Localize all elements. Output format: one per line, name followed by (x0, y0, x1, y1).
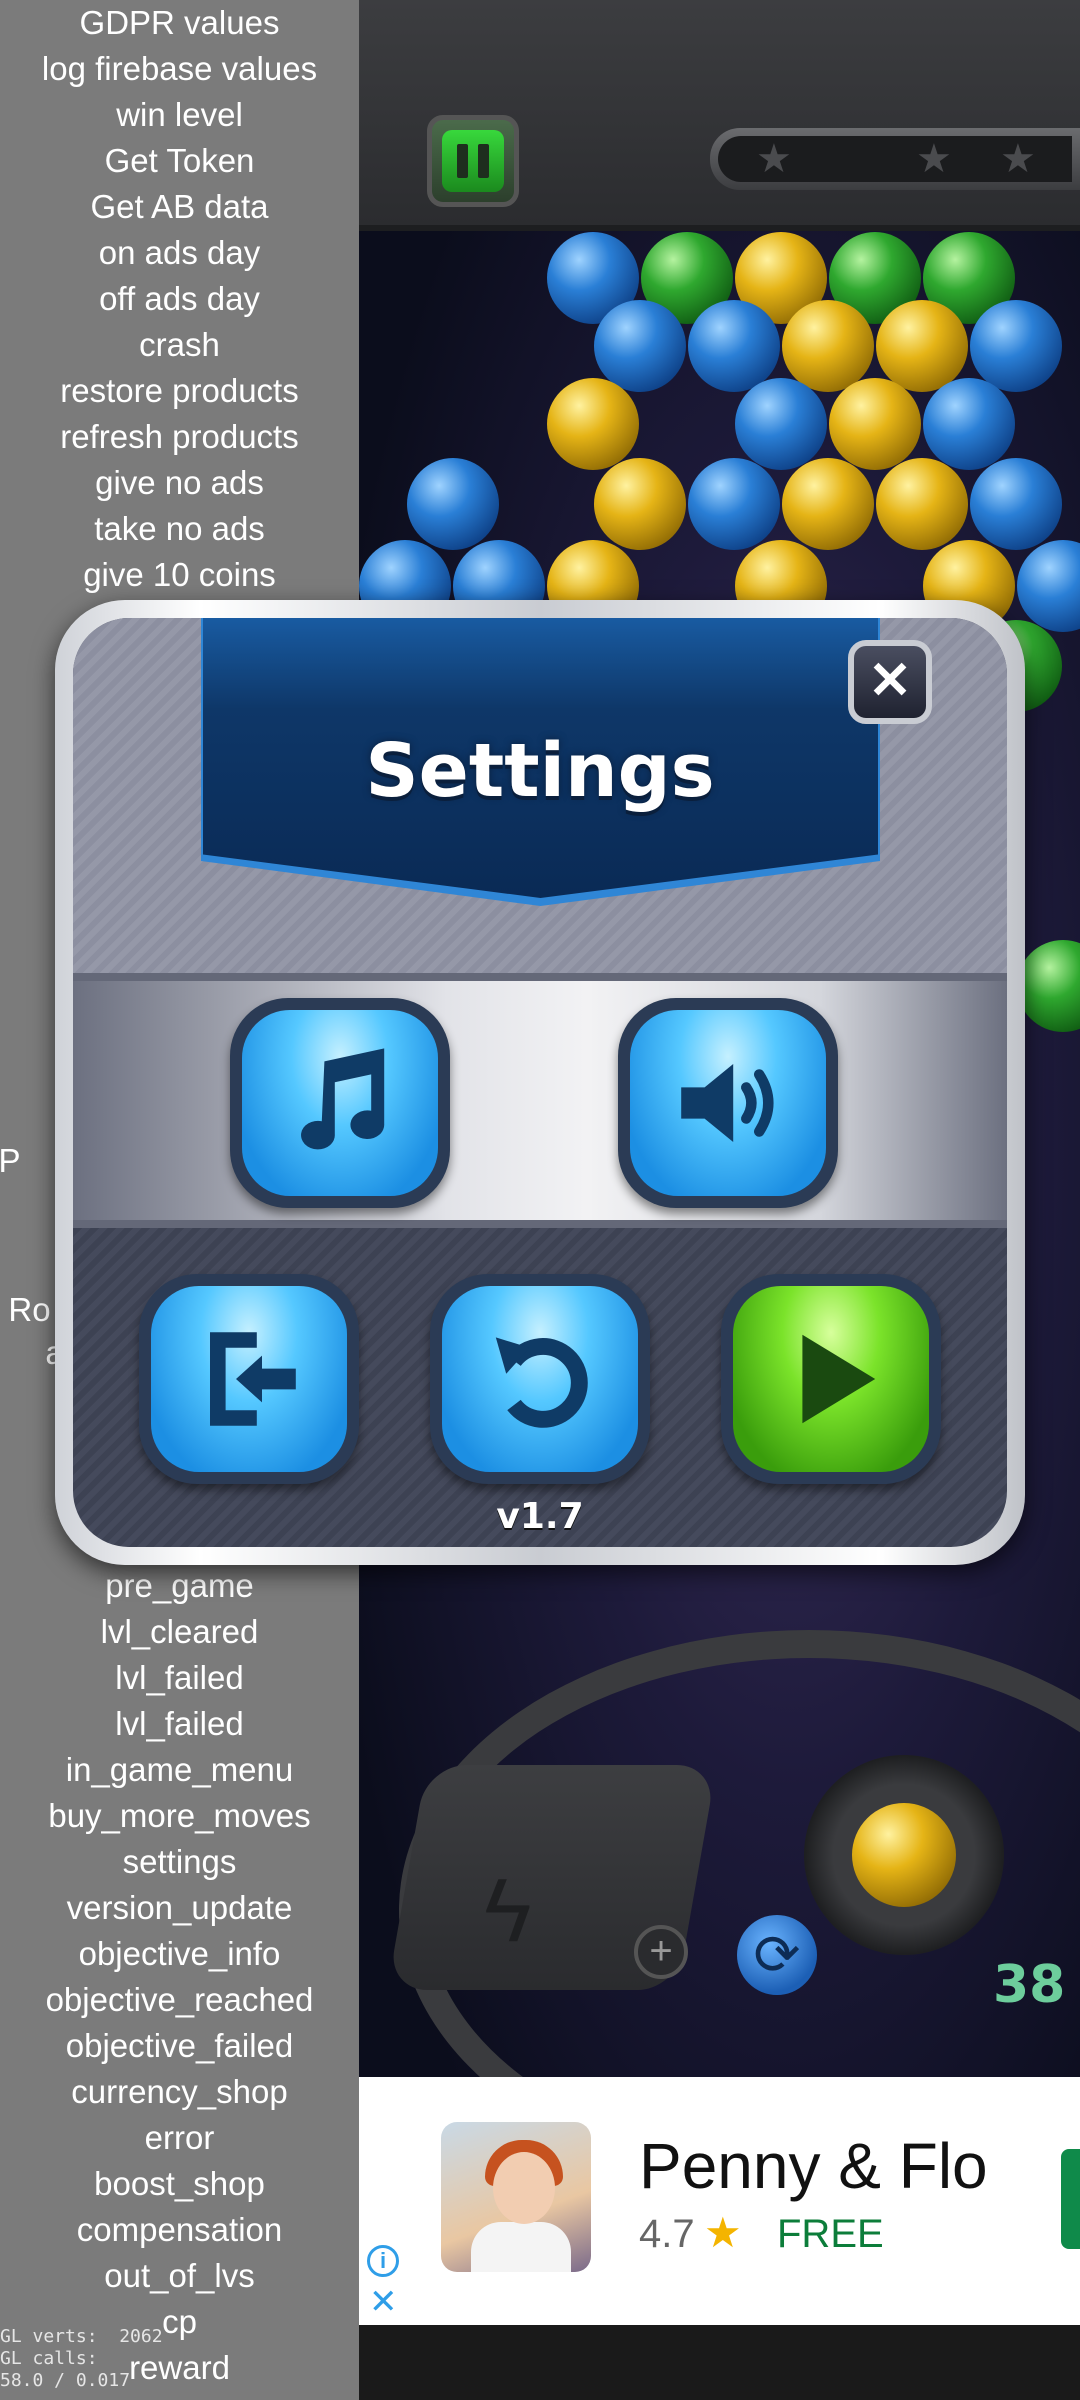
info-icon[interactable]: i (367, 2245, 399, 2277)
debug-menu-item[interactable]: objective_reached (0, 1977, 359, 2023)
ad-rating: 4.7 (639, 2212, 695, 2256)
lightning-icon: ϟ (484, 1861, 532, 1961)
bubble (547, 378, 639, 470)
game-top-bar: ★ ★ ★ (359, 0, 1080, 231)
star-progress-bar: ★ ★ ★ (710, 128, 1080, 190)
gl-fps: 58.0 / 0.017 (0, 2370, 131, 2391)
debug-menu-item[interactable]: GDPR values (0, 0, 359, 46)
debug-menu-item[interactable]: objective_info (0, 1931, 359, 1977)
debug-menu-item[interactable]: crash (0, 322, 359, 368)
bubble (407, 458, 499, 550)
star-icon: ★ (916, 137, 952, 181)
settings-dialog-body: Settings v1.7 (73, 618, 1007, 1547)
version-label: v1.7 (496, 1496, 584, 1537)
music-toggle-button[interactable] (230, 998, 450, 1208)
star-icon: ★ (756, 137, 792, 181)
bubble (829, 378, 921, 470)
star-icon: ★ (1000, 137, 1036, 181)
audio-settings-row (73, 973, 1007, 1228)
debug-menu-item[interactable]: give no ads (0, 460, 359, 506)
speaker-icon (630, 1010, 826, 1196)
bubble (1017, 940, 1080, 1032)
bottom-strip (359, 2325, 1080, 2400)
close-icon[interactable]: ✕ (369, 2285, 398, 2319)
debug-menu-item[interactable]: log firebase values (0, 46, 359, 92)
star-icon: ★ (704, 2209, 742, 2256)
debug-menu-item[interactable]: in_game_menu (0, 1747, 359, 1793)
pause-button[interactable] (427, 115, 519, 207)
music-note-icon (242, 1010, 438, 1196)
bubble (970, 458, 1062, 550)
debug-menu-item[interactable]: version_update (0, 1885, 359, 1931)
bubble (876, 300, 968, 392)
bubble (688, 300, 780, 392)
debug-menu-item[interactable]: lvl_failed (0, 1701, 359, 1747)
exit-button[interactable] (139, 1274, 359, 1484)
ad-price: FREE (777, 2212, 884, 2256)
settings-title: Settings (365, 728, 715, 814)
bubble (1017, 540, 1080, 632)
current-bubble (852, 1803, 956, 1907)
resume-button[interactable] (721, 1274, 941, 1484)
settings-dialog: Settings v1.7 (55, 600, 1025, 1565)
restart-icon (442, 1286, 638, 1472)
debug-menu-item[interactable]: compensation (0, 2207, 359, 2253)
bubble (876, 458, 968, 550)
bubble (594, 458, 686, 550)
bubble (782, 458, 874, 550)
ad-app-icon[interactable] (441, 2122, 591, 2272)
bubble (923, 378, 1015, 470)
debug-menu-item[interactable]: currency_shop (0, 2069, 359, 2115)
close-icon: ✕ (868, 652, 912, 710)
bubble (970, 300, 1062, 392)
ad-banner[interactable]: Penny & Flo 4.7 ★ FREE i ✕ (359, 2077, 1080, 2325)
gl-stats-overlay: GL verts: 2062 GL calls: 58.0 / 0.017 (0, 2326, 163, 2392)
gl-calls: GL calls: (0, 2348, 120, 2369)
debug-menu-item[interactable]: settings (0, 1839, 359, 1885)
moves-counter: 38 (993, 1955, 1066, 2015)
debug-menu-item[interactable]: restore products (0, 368, 359, 414)
debug-menu-item[interactable]: win level (0, 92, 359, 138)
debug-menu-item[interactable]: lvl_cleared (0, 1609, 359, 1655)
bubble (735, 378, 827, 470)
bubble (594, 300, 686, 392)
ad-install-button[interactable] (1061, 2149, 1080, 2249)
debug-menu-item[interactable]: buy_more_moves (0, 1793, 359, 1839)
debug-menu-item[interactable]: out_of_lvs (0, 2253, 359, 2299)
bubble (782, 300, 874, 392)
launcher-area: ϟ + ⟳ 38 (359, 1570, 1080, 2080)
debug-menu-item[interactable]: error (0, 2115, 359, 2161)
debug-menu-item[interactable]: on ads day (0, 230, 359, 276)
debug-menu-item[interactable]: Get Token (0, 138, 359, 184)
debug-menu-item[interactable]: give 10 coins (0, 552, 359, 598)
exit-icon (151, 1286, 347, 1472)
pause-icon (442, 130, 504, 192)
debug-menu-item[interactable]: off ads day (0, 276, 359, 322)
restart-button[interactable] (430, 1274, 650, 1484)
gl-verts: GL verts: 2062 (0, 2326, 163, 2347)
add-booster-icon[interactable]: + (634, 1925, 688, 1979)
debug-menu-item[interactable]: lvl_failed (0, 1655, 359, 1701)
debug-menu-item[interactable]: refresh products (0, 414, 359, 460)
play-icon (733, 1286, 929, 1472)
debug-menu-item[interactable]: pre_game (0, 1563, 359, 1609)
debug-menu-item[interactable]: objective_failed (0, 2023, 359, 2069)
swap-bubble-icon[interactable]: ⟳ (737, 1915, 817, 1995)
close-button[interactable]: ✕ (848, 640, 932, 724)
debug-menu-item[interactable]: Get AB data (0, 184, 359, 230)
debug-menu-item[interactable]: boost_shop (0, 2161, 359, 2207)
ad-title[interactable]: Penny & Flo (639, 2129, 988, 2203)
bubble-launcher[interactable] (804, 1755, 1004, 1955)
sound-toggle-button[interactable] (618, 998, 838, 1208)
debug-menu-item[interactable]: take no ads (0, 506, 359, 552)
bubble (688, 458, 780, 550)
